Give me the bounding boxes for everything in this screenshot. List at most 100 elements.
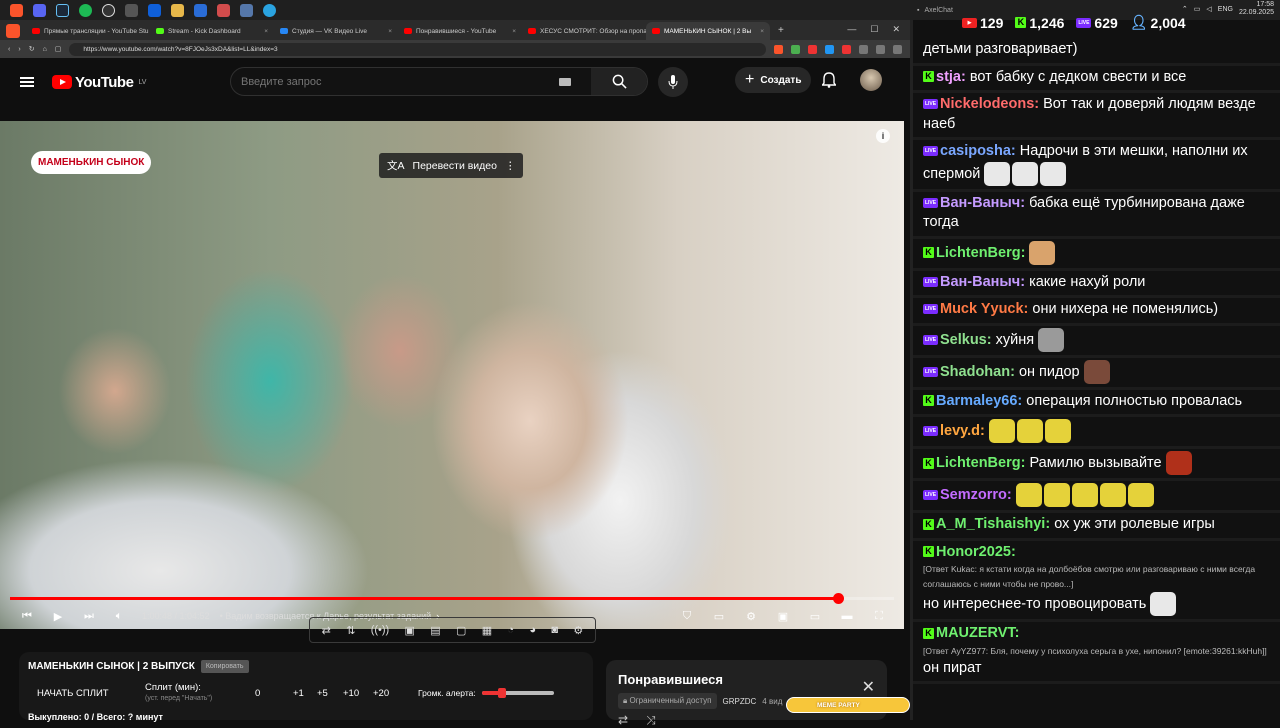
close-tab-icon[interactable]: × <box>760 28 764 35</box>
browser-tab[interactable]: Stream - Kick Dashboard × <box>150 22 274 40</box>
browser-tab[interactable]: Прямые трансляции - YouTube Stu× <box>26 22 150 40</box>
plus-1-button[interactable]: +1 <box>293 688 317 699</box>
extension-icon[interactable] <box>808 44 817 54</box>
chat-username[interactable]: Ван-Ваныч: <box>940 195 1025 211</box>
playlist-owner[interactable]: GRPZDC <box>723 697 757 706</box>
extension-icon[interactable] <box>825 44 834 54</box>
app-icon[interactable] <box>240 3 253 17</box>
plus-5-button[interactable]: +5 <box>317 688 343 699</box>
spotify-icon[interactable] <box>79 3 92 17</box>
chat-username[interactable]: levy.d: <box>940 423 985 439</box>
audio-icon[interactable]: ((•)) <box>371 624 390 636</box>
app-icon[interactable] <box>217 3 230 17</box>
more-vert-icon[interactable]: ⋮ <box>505 160 516 172</box>
puzzle-icon[interactable] <box>876 44 885 54</box>
chat-username[interactable]: Ван-Ваныч: <box>940 274 1025 290</box>
brave-menu-icon[interactable] <box>6 24 20 38</box>
play-icon[interactable]: ▶ <box>49 607 67 625</box>
close-icon[interactable]: ✕ <box>862 677 875 697</box>
avatar[interactable] <box>860 69 882 91</box>
previous-icon[interactable]: ⏮ <box>18 607 36 625</box>
chat-username[interactable]: Muck Yyuck: <box>940 301 1028 317</box>
speed-icon[interactable]: ◔ <box>507 624 514 636</box>
folder-icon[interactable] <box>171 3 184 17</box>
discord-icon[interactable] <box>33 3 46 17</box>
close-tab-icon[interactable]: × <box>512 28 516 35</box>
extension-icon[interactable] <box>791 44 800 54</box>
extension-icon[interactable] <box>842 44 851 54</box>
next-icon[interactable]: ⏭ <box>80 607 98 625</box>
crop-icon[interactable]: ▢ <box>456 624 466 637</box>
volume-icon[interactable]: 🔈︎ <box>110 607 128 625</box>
bookmark-icon[interactable]: ▢ <box>55 45 62 53</box>
settings-icon[interactable]: ⚙ <box>742 607 760 625</box>
forward-icon[interactable]: › <box>18 46 20 53</box>
fullscreen-icon[interactable]: ⛶ <box>870 607 888 625</box>
menu-icon[interactable] <box>893 44 902 54</box>
cinema-icon[interactable]: ▬ <box>838 607 856 625</box>
browser-tab[interactable]: Студия — VK Видео Live × <box>274 22 398 40</box>
maximize-icon[interactable]: ☐ <box>870 24 878 35</box>
gear-icon[interactable]: ⚙ <box>573 624 583 637</box>
chat-username[interactable]: A_M_Tishaishyi: <box>936 516 1050 532</box>
new-tab-button[interactable]: + <box>770 25 792 40</box>
start-split-button[interactable]: НАЧАТЬ СПЛИТ <box>37 688 145 699</box>
create-button[interactable]: + Создать <box>735 67 812 93</box>
repeat-icon[interactable]: ⇄ <box>618 713 628 728</box>
frame-icon[interactable]: ▦ <box>482 624 492 637</box>
chat-username[interactable]: casiposha: <box>940 143 1016 159</box>
chat-username[interactable]: Nickelodeons: <box>940 96 1039 112</box>
shuffle-icon[interactable]: ⤨ <box>646 713 656 728</box>
plus-10-button[interactable]: +10 <box>343 688 373 699</box>
autoplay-shield-icon[interactable]: ⛉ <box>678 607 696 625</box>
reload-icon[interactable]: ↻ <box>29 45 35 53</box>
back-icon[interactable]: ‹ <box>8 46 10 53</box>
video-player[interactable]: МАМЕНЬКИН СЫНОК 文A Перевести видео ⋮ i ⏮… <box>0 121 904 629</box>
chat-username[interactable]: LichtenBerg: <box>936 455 1025 471</box>
cast-icon[interactable]: ▣ <box>405 624 415 637</box>
chat-username[interactable]: Barmaley66: <box>936 393 1022 409</box>
telegram-icon[interactable] <box>263 3 276 17</box>
camera-icon[interactable]: ◙ <box>551 624 558 636</box>
app-icon[interactable] <box>148 3 161 17</box>
bell-icon[interactable] <box>822 72 836 88</box>
chat-username[interactable]: Selkus: <box>940 331 992 347</box>
browser-tab[interactable]: МАМЕНЬКИН СЫНОК | 2 Вы × <box>646 22 770 40</box>
search-button[interactable] <box>591 68 647 95</box>
copy-button[interactable]: Копировать <box>200 660 249 673</box>
chat-username[interactable]: MAUZERVT: <box>936 625 1020 641</box>
chat-username[interactable]: Semzorro: <box>940 487 1012 503</box>
chat-username[interactable]: Honor2025: <box>936 544 1016 560</box>
subtitles-icon[interactable]: ▭ <box>710 607 728 625</box>
meme-party-widget[interactable]: MEME PARTY <box>786 697 910 713</box>
search-input[interactable] <box>231 75 559 88</box>
close-tab-icon[interactable]: × <box>388 28 392 35</box>
brave-icon[interactable] <box>10 3 23 17</box>
app-icon[interactable] <box>194 3 207 17</box>
youtube-logo[interactable]: YouTube LV <box>52 74 146 91</box>
menu-icon[interactable] <box>20 77 34 87</box>
close-icon[interactable]: ✕ <box>892 24 900 35</box>
keyboard-icon[interactable] <box>559 77 571 86</box>
chat-username[interactable]: Shadohan: <box>940 363 1015 379</box>
info-icon[interactable]: i <box>876 129 890 143</box>
voice-search-button[interactable] <box>658 67 688 97</box>
plus-20-button[interactable]: +20 <box>373 688 418 699</box>
translate-video-button[interactable]: 文A Перевести видео ⋮ <box>379 153 524 178</box>
progress-bar[interactable] <box>10 593 894 604</box>
sort-icon[interactable]: ⇅ <box>346 624 355 637</box>
minimize-icon[interactable]: — <box>847 24 856 35</box>
obs-icon[interactable] <box>102 3 115 17</box>
browser-tab[interactable]: ХЕСУС СМОТРИТ: Обзор на пропа× <box>522 22 646 40</box>
theater-mode-icon[interactable]: ▭ <box>806 607 824 625</box>
extension-icon[interactable] <box>859 44 868 54</box>
browser-tab[interactable]: Понравившиеся - YouTube × <box>398 22 522 40</box>
speed-icon[interactable]: ◕ <box>529 624 536 636</box>
extension-icon[interactable] <box>774 44 783 54</box>
app-icon[interactable] <box>125 3 138 17</box>
alert-volume-slider[interactable] <box>481 688 554 698</box>
split-value[interactable]: 0 <box>255 688 293 699</box>
url-field[interactable]: https://www.youtube.com/watch?v=8FJOeJs3… <box>69 42 766 56</box>
film-icon[interactable]: ▤ <box>430 624 440 637</box>
miniplayer-icon[interactable]: ▣ <box>774 607 792 625</box>
